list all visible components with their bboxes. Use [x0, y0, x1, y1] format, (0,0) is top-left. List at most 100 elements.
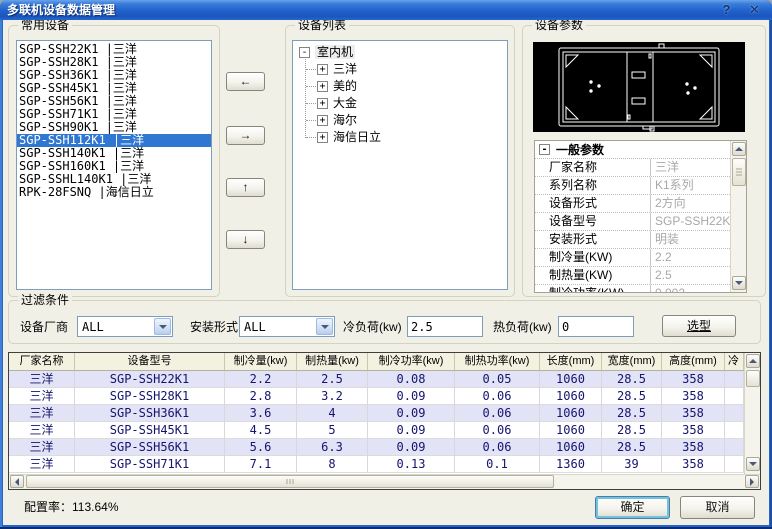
table-cell: 0.09: [368, 439, 455, 456]
cooling-load-input[interactable]: [407, 316, 483, 337]
tree-node-brand[interactable]: +海尔: [293, 112, 507, 129]
install-type-select[interactable]: ALL: [239, 316, 335, 337]
chevron-down-icon[interactable]: [316, 318, 333, 335]
move-right-button[interactable]: →: [226, 126, 265, 145]
table-cell: [725, 371, 744, 388]
scroll-up-icon[interactable]: [732, 142, 746, 156]
titlebar[interactable]: 多联机设备数据管理 ? ✕: [0, 0, 772, 20]
table-cell: SGP-SSH28K1: [75, 388, 225, 405]
tree-node-brand[interactable]: + 海信日立: [293, 129, 507, 146]
collapse-icon[interactable]: -: [299, 47, 310, 58]
window-title: 多联机设备数据管理: [7, 0, 115, 20]
select-model-button[interactable]: 选型: [662, 315, 736, 337]
device-preview: [533, 42, 745, 132]
table-cell: 8: [297, 456, 368, 473]
table-hscrollbar[interactable]: [9, 474, 760, 489]
param-grid-scrollbar[interactable]: [730, 141, 746, 292]
tree-root-label[interactable]: 室内机: [315, 45, 355, 59]
param-section-general[interactable]: - 一般参数: [535, 141, 730, 159]
collapse-icon[interactable]: -: [539, 144, 550, 155]
common-device-list[interactable]: SGP-SSH22K1 |三洋SGP-SSH28K1 |三洋SGP-SSH36K…: [16, 40, 212, 290]
table-row[interactable]: 三洋SGP-SSH71K17.180.130.1136039358: [9, 456, 744, 473]
expand-icon[interactable]: +: [317, 64, 328, 75]
ok-button[interactable]: 确定: [595, 496, 670, 519]
scroll-down-icon[interactable]: [732, 276, 746, 290]
table-header-cell[interactable]: 厂家名称: [9, 353, 75, 371]
table-cell: [725, 388, 744, 405]
tree-node-brand[interactable]: +大金: [293, 95, 507, 112]
param-row[interactable]: 设备型号 SGP-SSH22K: [535, 213, 730, 231]
expand-icon[interactable]: +: [317, 81, 328, 92]
param-row[interactable]: 制冷量(KW) 2.2: [535, 249, 730, 267]
table-cell: 3.6: [225, 405, 297, 422]
move-left-button[interactable]: ←: [226, 72, 265, 91]
group-device-list-caption: 设备列表: [295, 20, 349, 32]
param-row[interactable]: 系列名称 K1系列: [535, 177, 730, 195]
expand-icon[interactable]: +: [317, 115, 328, 126]
param-row[interactable]: 制热量(KW) 2.5: [535, 267, 730, 285]
chevron-down-icon[interactable]: [154, 318, 171, 335]
table-header-cell[interactable]: 制冷功率(kw): [368, 353, 455, 371]
param-row[interactable]: 厂家名称 三洋: [535, 159, 730, 177]
vendor-select-value: ALL: [82, 318, 104, 336]
heating-load-input[interactable]: [558, 316, 634, 337]
vendor-label: 设备厂商: [20, 316, 68, 338]
tree-node-brand[interactable]: +美的: [293, 78, 507, 95]
tree-node-brand[interactable]: +三洋: [293, 61, 507, 78]
device-data-manager-dialog: 多联机设备数据管理 ? ✕ 常用设备 SGP-SSH22K1 |三洋SGP-SS…: [0, 0, 772, 529]
move-down-button[interactable]: ↓: [226, 230, 265, 249]
table-header-cell[interactable]: 制冷量(kw): [225, 353, 297, 371]
table-cell: 三洋: [9, 422, 75, 439]
expand-icon[interactable]: +: [317, 98, 328, 109]
table-row[interactable]: 三洋SGP-SSH56K15.66.30.090.06106028.5358: [9, 439, 744, 456]
param-grid-rows: - 一般参数 厂家名称 三洋 系列名称 K1系列 设备形式 2方向: [535, 141, 730, 292]
scroll-down-icon[interactable]: [746, 457, 760, 471]
config-rate-label: 配置率：: [24, 500, 72, 514]
table-header-cell[interactable]: 制热功率(kw): [455, 353, 540, 371]
table-cell: 0.05: [455, 371, 540, 388]
param-row[interactable]: 制冷功率(KW) 0.002: [535, 285, 730, 292]
table-row[interactable]: 三洋SGP-SSH28K12.83.20.090.06106028.5358: [9, 388, 744, 405]
param-label: 制冷功率(KW): [535, 285, 650, 292]
common-device-item[interactable]: RPK-28FSNQ |海信日立: [17, 186, 211, 199]
cancel-button[interactable]: 取消: [680, 496, 755, 519]
help-icon[interactable]: ?: [717, 1, 736, 18]
table-row[interactable]: 三洋SGP-SSH36K13.640.090.06106028.5358: [9, 405, 744, 422]
table-header-cell[interactable]: 制热量(kw): [297, 353, 368, 371]
param-label: 制冷量(KW): [535, 249, 650, 266]
table-cell: 3.2: [297, 388, 368, 405]
table-cell: 0.13: [368, 456, 455, 473]
table-header-cell[interactable]: 长度(mm): [540, 353, 602, 371]
param-row[interactable]: 设备形式 2方向: [535, 195, 730, 213]
table-cell: 1060: [540, 371, 602, 388]
scrollbar-thumb[interactable]: [26, 475, 554, 488]
tree-node-label: 海信日立: [333, 130, 381, 144]
scroll-left-icon[interactable]: [10, 475, 24, 488]
table-header-cell[interactable]: 冷: [725, 353, 744, 371]
table-vscrollbar[interactable]: [744, 353, 760, 474]
expand-icon[interactable]: +: [317, 132, 328, 143]
table-cell: 0.09: [368, 388, 455, 405]
scrollbar-thumb[interactable]: [732, 158, 746, 186]
table-row[interactable]: 三洋SGP-SSH22K12.22.50.080.05106028.5358: [9, 371, 744, 388]
table-cell: 三洋: [9, 405, 75, 422]
vendor-select[interactable]: ALL: [77, 316, 173, 337]
tree-node-indoor-units[interactable]: -室内机: [293, 44, 507, 61]
arrow-left-icon: ←: [240, 74, 252, 88]
move-up-button[interactable]: ↑: [226, 178, 265, 197]
table-cell: SGP-SSH56K1: [75, 439, 225, 456]
param-row[interactable]: 安装形式 明装: [535, 231, 730, 249]
table-cell: 4.5: [225, 422, 297, 439]
table-cell: 三洋: [9, 456, 75, 473]
scroll-up-icon[interactable]: [746, 354, 760, 368]
table-header-cell[interactable]: 高度(mm): [662, 353, 725, 371]
table-header-cell[interactable]: 宽度(mm): [602, 353, 662, 371]
scroll-right-icon[interactable]: [745, 475, 759, 488]
table-cell: 28.5: [602, 422, 662, 439]
scrollbar-thumb[interactable]: [746, 370, 760, 387]
table-header-cell[interactable]: 设备型号: [75, 353, 225, 371]
cooling-load-label: 冷负荷(kw): [343, 316, 402, 338]
device-tree[interactable]: -室内机 +三洋 +美的 +大金 +海尔 + 海信日立: [292, 40, 508, 290]
table-row[interactable]: 三洋SGP-SSH45K14.550.090.06106028.5358: [9, 422, 744, 439]
close-icon[interactable]: ✕: [745, 1, 764, 18]
